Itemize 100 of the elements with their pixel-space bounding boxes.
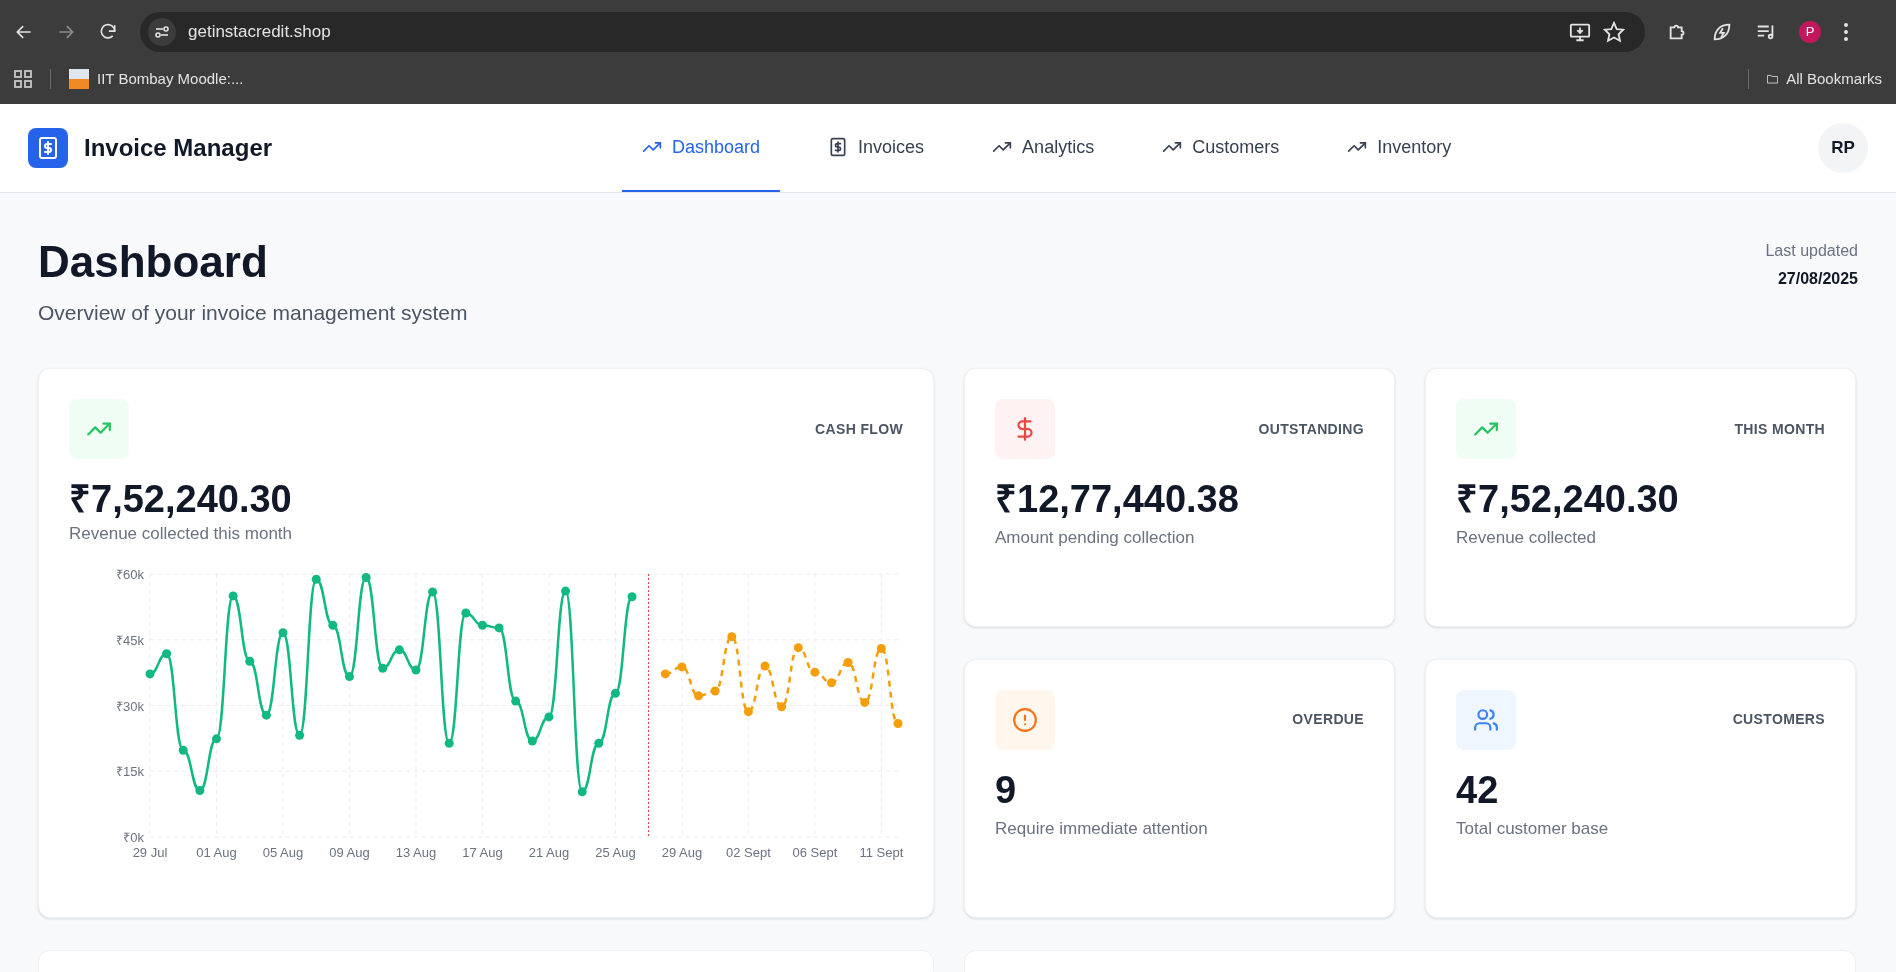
last-updated-label: Last updated xyxy=(1765,241,1858,261)
data-point xyxy=(860,697,870,707)
data-point xyxy=(228,590,238,600)
x-axis-label: 09 Aug xyxy=(329,844,370,860)
x-axis-label: 02 Sept xyxy=(726,844,771,860)
x-axis-label: 11 Sept xyxy=(859,844,904,860)
stat-value: ₹12,77,440.38 xyxy=(995,477,1240,521)
cash-flow-amount: ₹7,52,240.30 xyxy=(69,477,293,521)
y-axis-label: ₹60k xyxy=(116,566,144,582)
card-caption: Total customer base xyxy=(1456,817,1610,840)
data-point xyxy=(311,574,321,584)
site-favicon-icon xyxy=(69,69,89,89)
data-point xyxy=(378,663,388,673)
apps-grid-icon[interactable] xyxy=(14,70,32,88)
app-name: Invoice Manager xyxy=(84,133,273,163)
card-label: CUSTOMERS xyxy=(1732,710,1825,729)
data-point xyxy=(827,677,836,687)
bookmark-link[interactable]: IIT Bombay Moodle:... xyxy=(69,67,244,91)
y-axis-label: ₹0k xyxy=(123,829,144,845)
data-point xyxy=(810,667,820,677)
site-settings-icon[interactable] xyxy=(148,18,176,46)
data-point xyxy=(743,706,753,716)
data-point xyxy=(627,591,637,601)
menu-icon[interactable] xyxy=(1843,22,1849,42)
dollar-document-icon xyxy=(828,137,849,157)
data-point xyxy=(594,738,604,748)
data-point xyxy=(843,657,853,667)
nav-tab[interactable]: Inventory xyxy=(1327,104,1472,192)
star-icon[interactable] xyxy=(1603,21,1625,43)
card-caption: Revenue collected this month xyxy=(69,523,294,545)
card-caption: Amount pending collection xyxy=(995,527,1196,549)
data-point xyxy=(876,643,886,653)
data-point xyxy=(793,642,803,652)
data-point xyxy=(527,736,537,745)
data-point xyxy=(361,572,371,582)
data-point xyxy=(561,586,571,596)
data-point xyxy=(344,671,354,681)
x-axis-label: 21 Aug xyxy=(528,844,570,860)
all-bookmarks-link[interactable]: All Bookmarks xyxy=(1767,67,1882,91)
y-axis-label: ₹45k xyxy=(116,632,144,648)
data-point xyxy=(245,656,255,666)
x-axis-label: 17 Aug xyxy=(462,844,503,860)
stat-value: 9 xyxy=(995,767,1018,812)
address-bar[interactable]: getinstacredit.shop xyxy=(140,12,1645,52)
data-point xyxy=(444,738,454,748)
data-point xyxy=(394,644,404,654)
nav-tab[interactable]: Analytics xyxy=(972,104,1115,192)
y-axis-label: ₹15k xyxy=(116,763,144,779)
url-text: getinstacredit.shop xyxy=(188,21,332,44)
data-point xyxy=(162,648,172,658)
data-point xyxy=(428,586,438,596)
card-label: THIS MONTH xyxy=(1734,419,1825,439)
data-point xyxy=(777,701,787,711)
card-caption: Require immediate attention xyxy=(995,817,1209,840)
stat-value: 42 xyxy=(1456,767,1500,812)
data-point xyxy=(328,620,338,630)
data-point xyxy=(178,745,188,755)
card-label: OUTSTANDING xyxy=(1258,419,1364,439)
data-point xyxy=(195,785,205,795)
profile-avatar[interactable]: P xyxy=(1799,21,1821,43)
x-axis-label: 29 Aug xyxy=(661,844,703,860)
nav-tab[interactable]: Dashboard xyxy=(622,104,781,192)
x-axis-label: 01 Aug xyxy=(196,844,237,860)
dollar-document-icon xyxy=(36,136,60,160)
x-axis-label: 13 Aug xyxy=(395,844,437,860)
data-point xyxy=(610,688,620,698)
data-point xyxy=(212,733,221,743)
data-point xyxy=(511,696,521,706)
leaf-icon[interactable] xyxy=(1711,21,1733,43)
data-point xyxy=(660,668,670,678)
nav-tab[interactable]: Invoices xyxy=(808,104,945,192)
data-point xyxy=(411,665,421,674)
y-axis-label: ₹30k xyxy=(116,698,144,713)
install-icon[interactable] xyxy=(1569,21,1591,43)
page-subtitle: Overview of your invoice management system xyxy=(38,300,468,326)
data-point xyxy=(710,686,720,696)
x-axis-label: 06 Sept xyxy=(792,844,838,860)
data-point xyxy=(694,690,704,700)
data-point xyxy=(893,718,903,728)
data-point xyxy=(145,668,155,678)
reload-icon[interactable] xyxy=(98,22,118,42)
data-point xyxy=(261,710,271,720)
stat-value: ₹7,52,240.30 xyxy=(1456,477,1680,521)
data-point xyxy=(461,608,471,617)
card-label: OVERDUE xyxy=(1292,710,1364,729)
data-point xyxy=(544,711,554,721)
data-point xyxy=(760,661,770,671)
page-title: Dashboard xyxy=(38,237,269,287)
x-axis-label: 05 Aug xyxy=(262,844,304,860)
user-avatar[interactable]: RP xyxy=(1818,123,1868,173)
nav-tab[interactable]: Customers xyxy=(1142,104,1300,192)
card-label: CASH FLOW xyxy=(815,419,903,439)
data-point xyxy=(295,730,305,740)
data-point xyxy=(278,627,288,637)
x-axis-label: 25 Aug xyxy=(595,844,636,860)
card-caption: Revenue collected xyxy=(1456,527,1597,549)
data-point xyxy=(727,631,737,641)
data-point xyxy=(677,661,687,671)
x-axis-label: 29 Jul xyxy=(132,844,168,860)
last-updated-date: 27/08/2025 xyxy=(1777,269,1858,289)
